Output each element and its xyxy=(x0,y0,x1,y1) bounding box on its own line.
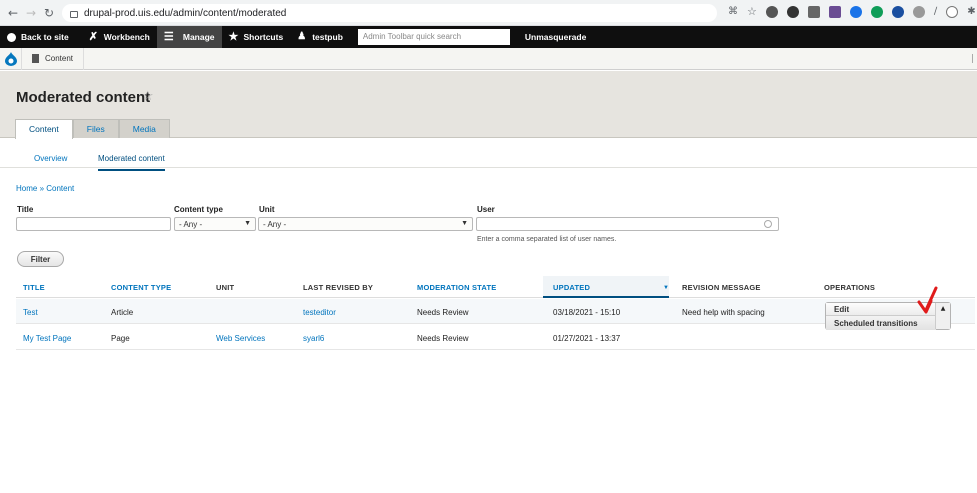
drupal-logo-icon[interactable] xyxy=(0,47,22,70)
reload-icon[interactable]: ↻ xyxy=(40,6,58,20)
user-icon: ♟ xyxy=(297,31,307,42)
primary-tabs: Content Files Media xyxy=(15,119,170,139)
column-title[interactable]: TITLE xyxy=(23,283,45,292)
row-content-type: Page xyxy=(111,334,130,343)
browser-bar: ← → ↻ drupal-prod.uis.edu/admin/content/… xyxy=(0,0,977,26)
workbench-label: Workbench xyxy=(103,32,150,42)
secondary-tabs: Overview Moderated content xyxy=(0,148,977,171)
row-title-link[interactable]: Test xyxy=(23,308,38,317)
row-moderation-state: Needs Review xyxy=(417,308,469,317)
shortcuts-label: Shortcuts xyxy=(243,32,284,42)
content-type-value: - Any - xyxy=(179,220,203,229)
title-filter-input[interactable] xyxy=(16,217,171,231)
row-updated: 03/18/2021 - 15:10 xyxy=(553,308,621,317)
user-link[interactable]: ♟ testpub xyxy=(290,26,350,48)
tab-media[interactable]: Media xyxy=(118,119,170,138)
puzzle-icon[interactable]: ✱ xyxy=(967,6,975,17)
eyedropper-icon[interactable]: ∕ xyxy=(934,6,937,17)
row-author-link[interactable]: testeditor xyxy=(303,308,336,317)
column-unit: UNIT xyxy=(216,283,235,292)
toolbar-tray: Content xyxy=(0,47,977,70)
tray-content-link[interactable]: Content xyxy=(22,47,85,70)
row-content-type: Article xyxy=(111,308,134,317)
extension-icon[interactable] xyxy=(870,5,883,18)
content-type-select[interactable]: - Any - ▼ xyxy=(174,217,256,231)
extension-icon[interactable] xyxy=(807,5,820,18)
page-title: Moderated content xyxy=(16,89,151,106)
workbench-link[interactable]: ✗ Workbench xyxy=(82,26,157,48)
row-revision-message: Need help with spacing xyxy=(682,308,765,317)
unit-value: - Any - xyxy=(263,220,287,229)
url-text: drupal-prod.uis.edu/admin/content/modera… xyxy=(84,7,287,19)
admin-toolbar: Back to site ✗ Workbench ☰ Manage ★ Shor… xyxy=(0,26,977,48)
lock-icon xyxy=(70,10,78,18)
row-updated: 01/27/2021 - 13:37 xyxy=(553,334,621,343)
content-type-filter-label: Content type xyxy=(174,205,223,214)
unmasquerade-label: Unmasquerade xyxy=(524,32,587,42)
column-operations: OPERATIONS xyxy=(824,283,876,292)
column-last-revised-by: LAST REVISED BY xyxy=(303,283,374,292)
table-row: My Test Page Page Web Services syarl6 Ne… xyxy=(16,325,975,350)
column-content-type[interactable]: CONTENT TYPE xyxy=(111,283,171,292)
extension-icon[interactable] xyxy=(786,5,799,18)
back-circle-icon xyxy=(7,32,16,42)
tab-files[interactable]: Files xyxy=(72,119,119,138)
page-header: Moderated content ☆ Content Files Media xyxy=(0,71,977,139)
address-bar[interactable]: drupal-prod.uis.edu/admin/content/modera… xyxy=(62,4,717,22)
extension-icon[interactable] xyxy=(765,5,778,18)
extension-icon[interactable] xyxy=(828,5,841,18)
keyboard-icon[interactable]: ⌘ xyxy=(728,6,738,17)
user-label: testpub xyxy=(312,32,343,42)
row-author-link[interactable]: syarl6 xyxy=(303,334,324,343)
unit-select[interactable]: - Any - ▼ xyxy=(258,217,473,231)
unit-filter-label: Unit xyxy=(259,205,275,214)
row-title-link[interactable]: My Test Page xyxy=(23,334,71,343)
star-icon: ★ xyxy=(228,31,239,43)
back-arrow-icon[interactable]: ← xyxy=(4,6,22,20)
tab-content[interactable]: Content xyxy=(15,119,73,139)
star-bookmark-icon[interactable]: ☆ xyxy=(747,5,757,18)
shortcut-star-icon[interactable]: ☆ xyxy=(142,89,154,104)
column-moderation-state[interactable]: MODERATION STATE xyxy=(417,283,496,292)
extension-icon[interactable] xyxy=(912,5,925,18)
unmasquerade-link[interactable]: Unmasquerade xyxy=(518,26,593,48)
user-filter-input[interactable] xyxy=(476,217,779,231)
autocomplete-icon xyxy=(764,220,772,228)
tray-content-label: Content xyxy=(45,54,74,63)
table-header: TITLE CONTENT TYPE UNIT LAST REVISED BY … xyxy=(16,276,975,298)
menu-icon: ☰ xyxy=(163,31,174,43)
column-updated[interactable]: UPDATED xyxy=(553,283,590,292)
table-row: Test Article testeditor Needs Review 03/… xyxy=(16,299,975,330)
shortcuts-link[interactable]: ★ Shortcuts xyxy=(222,26,291,48)
document-icon xyxy=(32,54,39,63)
chevron-down-icon: ▼ xyxy=(244,220,251,227)
back-to-site-link[interactable]: Back to site xyxy=(0,26,76,48)
manage-link[interactable]: ☰ Manage xyxy=(156,26,222,48)
toolbar-search-input[interactable]: Admin Toolbar quick search xyxy=(357,29,510,45)
user-filter-hint: Enter a comma separated list of user nam… xyxy=(477,236,617,243)
chevron-down-icon: ▼ xyxy=(461,220,468,227)
column-revision-message: REVISION MESSAGE xyxy=(682,283,761,292)
breadcrumb[interactable]: Home » Content xyxy=(16,184,74,193)
tools-icon: ✗ xyxy=(88,31,98,43)
sort-descending-icon[interactable]: ▼ xyxy=(663,285,669,291)
title-filter-label: Title xyxy=(17,205,34,214)
subtab-moderated-content[interactable]: Moderated content xyxy=(98,154,165,171)
manage-label: Manage xyxy=(182,32,215,42)
row-unit-link[interactable]: Web Services xyxy=(216,334,265,343)
forward-arrow-icon[interactable]: → xyxy=(22,6,40,20)
back-to-site-label: Back to site xyxy=(21,32,69,42)
subtab-overview[interactable]: Overview xyxy=(34,154,67,163)
row-moderation-state: Needs Review xyxy=(417,334,469,343)
extension-icons: ⌘ ☆ ∕ ✱ xyxy=(728,5,977,18)
filter-button[interactable]: Filter xyxy=(17,251,64,267)
user-filter-label: User xyxy=(477,205,495,214)
annotation-arrow-icon xyxy=(917,286,938,314)
extension-icon[interactable] xyxy=(891,5,904,18)
extension-icon[interactable] xyxy=(849,5,862,18)
extension-icon[interactable] xyxy=(946,5,959,18)
tray-handle[interactable] xyxy=(972,54,973,63)
